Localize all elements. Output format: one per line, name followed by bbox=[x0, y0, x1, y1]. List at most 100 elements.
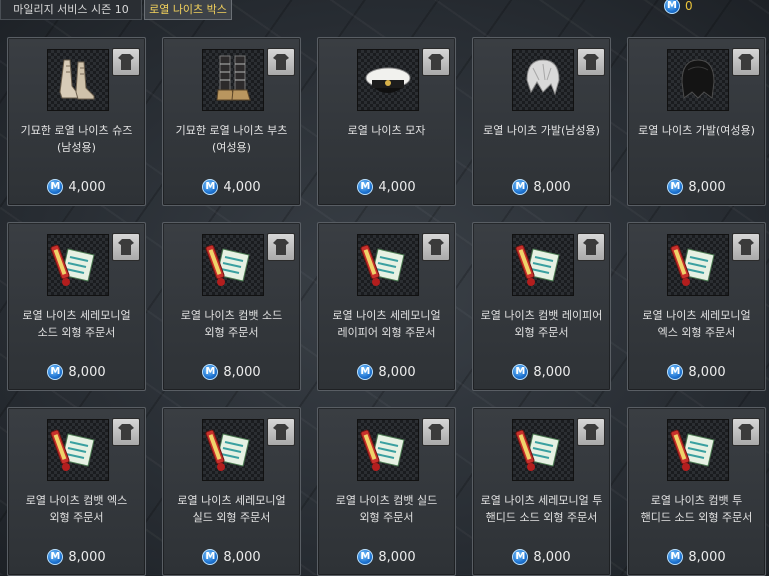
maple-point-icon: M bbox=[357, 179, 374, 195]
boots-icon[interactable] bbox=[202, 49, 264, 111]
item-price: M 8,000 bbox=[473, 178, 610, 196]
item-price-value: 8,000 bbox=[223, 549, 261, 565]
try-on-shirt-icon[interactable] bbox=[422, 48, 450, 76]
item-price-value: 8,000 bbox=[68, 364, 106, 380]
try-on-shirt-icon[interactable] bbox=[267, 418, 295, 446]
maple-point-icon: M bbox=[357, 549, 374, 565]
try-on-shirt-icon[interactable] bbox=[732, 418, 760, 446]
wig-silver-icon[interactable] bbox=[512, 49, 574, 111]
item-name: 로열 나이츠 가발(남성용) bbox=[483, 124, 600, 137]
item-price-value: 8,000 bbox=[533, 179, 571, 195]
try-on-shirt-icon[interactable] bbox=[422, 418, 450, 446]
try-on-shirt-icon[interactable] bbox=[422, 233, 450, 261]
item-price-value: 4,000 bbox=[378, 179, 416, 195]
maple-points: M 0 bbox=[664, 0, 693, 14]
item-name: 로열 나이츠 컴뱃 소드 외형 주문서 bbox=[180, 309, 283, 339]
try-on-shirt-icon[interactable] bbox=[267, 233, 295, 261]
scroll-icon[interactable] bbox=[357, 234, 419, 296]
maple-points-value: 0 bbox=[685, 0, 693, 13]
item-name: 기묘한 로열 나이츠 슈즈(남성용) bbox=[20, 124, 133, 154]
item-name: 로열 나이츠 세레모니얼 레이피어 외형 주문서 bbox=[332, 309, 441, 339]
maple-point-icon: M bbox=[667, 549, 684, 565]
item-price: M 8,000 bbox=[318, 548, 455, 566]
item-card[interactable]: 로열 나이츠 컴뱃 투 핸디드 소드 외형 주문서 M 8,000 bbox=[627, 407, 766, 576]
top-bar: 마일리지 서비스 시즌 10 로열 나이츠 박스 M 0 bbox=[0, 0, 769, 22]
item-price: M 8,000 bbox=[628, 363, 765, 381]
item-price-value: 8,000 bbox=[378, 549, 416, 565]
scroll-icon[interactable] bbox=[47, 234, 109, 296]
maple-point-icon: M bbox=[202, 364, 219, 380]
item-price-value: 8,000 bbox=[688, 364, 726, 380]
try-on-shirt-icon[interactable] bbox=[112, 418, 140, 446]
wig-black-icon[interactable] bbox=[667, 49, 729, 111]
item-price-value: 8,000 bbox=[533, 549, 571, 565]
item-card[interactable]: 로열 나이츠 컴뱃 실드 외형 주문서 M 8,000 bbox=[317, 407, 456, 576]
item-price: M 8,000 bbox=[8, 363, 145, 381]
maple-point-icon: M bbox=[202, 179, 219, 195]
maple-point-icon: M bbox=[667, 179, 684, 195]
item-card[interactable]: 로열 나이츠 컴뱃 레이피어 외형 주문서 M 8,000 bbox=[472, 222, 611, 391]
item-name: 로열 나이츠 가발(여성용) bbox=[638, 124, 755, 137]
scroll-icon[interactable] bbox=[202, 234, 264, 296]
cap-icon[interactable] bbox=[357, 49, 419, 111]
item-name: 로열 나이츠 세레모니얼 엑스 외형 주문서 bbox=[642, 309, 751, 339]
item-card[interactable]: 로열 나이츠 세레모니얼 엑스 외형 주문서 M 8,000 bbox=[627, 222, 766, 391]
item-card[interactable]: 로열 나이츠 세레모니얼 레이피어 외형 주문서 M 8,000 bbox=[317, 222, 456, 391]
item-price: M 8,000 bbox=[8, 548, 145, 566]
item-price-value: 8,000 bbox=[688, 549, 726, 565]
maple-point-icon: M bbox=[47, 364, 64, 380]
try-on-shirt-icon[interactable] bbox=[577, 418, 605, 446]
item-price-value: 8,000 bbox=[378, 364, 416, 380]
scroll-icon[interactable] bbox=[667, 419, 729, 481]
try-on-shirt-icon[interactable] bbox=[267, 48, 295, 76]
item-price: M 8,000 bbox=[163, 363, 300, 381]
item-card[interactable]: 로열 나이츠 모자 M 4,000 bbox=[317, 37, 456, 206]
try-on-shirt-icon[interactable] bbox=[577, 48, 605, 76]
scroll-icon[interactable] bbox=[512, 419, 574, 481]
maple-point-icon: M bbox=[512, 549, 529, 565]
maple-point-icon: M bbox=[667, 364, 684, 380]
item-card[interactable]: 기묘한 로열 나이츠 슈즈(남성용) M 4,000 bbox=[7, 37, 146, 206]
try-on-shirt-icon[interactable] bbox=[112, 48, 140, 76]
item-price-value: 8,000 bbox=[533, 364, 571, 380]
try-on-shirt-icon[interactable] bbox=[112, 233, 140, 261]
item-card[interactable]: 로열 나이츠 세레모니얼 실드 외형 주문서 M 8,000 bbox=[162, 407, 301, 576]
scroll-icon[interactable] bbox=[667, 234, 729, 296]
item-price: M 4,000 bbox=[318, 178, 455, 196]
maple-point-icon: M bbox=[512, 179, 529, 195]
maple-point-icon: M bbox=[202, 549, 219, 565]
scroll-icon[interactable] bbox=[357, 419, 419, 481]
scroll-icon[interactable] bbox=[202, 419, 264, 481]
maple-point-icon: M bbox=[357, 364, 374, 380]
item-price: M 8,000 bbox=[628, 178, 765, 196]
item-price-value: 8,000 bbox=[688, 179, 726, 195]
try-on-shirt-icon[interactable] bbox=[732, 233, 760, 261]
item-price-value: 8,000 bbox=[223, 364, 261, 380]
tab-mileage-service[interactable]: 마일리지 서비스 시즌 10 bbox=[0, 0, 142, 20]
try-on-shirt-icon[interactable] bbox=[577, 233, 605, 261]
item-card[interactable]: 로열 나이츠 가발(남성용) M 8,000 bbox=[472, 37, 611, 206]
item-card[interactable]: 로열 나이츠 세레모니얼 투 핸디드 소드 외형 주문서 M 8,000 bbox=[472, 407, 611, 576]
maple-point-icon: M bbox=[47, 549, 64, 565]
item-price: M 8,000 bbox=[473, 363, 610, 381]
shoes-icon[interactable] bbox=[47, 49, 109, 111]
item-card[interactable]: 로열 나이츠 가발(여성용) M 8,000 bbox=[627, 37, 766, 206]
item-name: 로열 나이츠 세레모니얼 투 핸디드 소드 외형 주문서 bbox=[480, 494, 603, 524]
item-price-value: 8,000 bbox=[68, 549, 106, 565]
maple-point-icon: M bbox=[512, 364, 529, 380]
item-name: 로열 나이츠 모자 bbox=[347, 124, 426, 137]
item-card[interactable]: 로열 나이츠 컴뱃 엑스 외형 주문서 M 8,000 bbox=[7, 407, 146, 576]
tab-royal-knights-box[interactable]: 로열 나이츠 박스 bbox=[144, 0, 232, 20]
item-price: M 8,000 bbox=[318, 363, 455, 381]
item-card[interactable]: 기묘한 로열 나이츠 부츠(여성용) M 4,000 bbox=[162, 37, 301, 206]
try-on-shirt-icon[interactable] bbox=[732, 48, 760, 76]
item-card[interactable]: 로열 나이츠 세레모니얼 소드 외형 주문서 M 8,000 bbox=[7, 222, 146, 391]
item-card[interactable]: 로열 나이츠 컴뱃 소드 외형 주문서 M 8,000 bbox=[162, 222, 301, 391]
item-price-value: 4,000 bbox=[68, 179, 106, 195]
scroll-icon[interactable] bbox=[512, 234, 574, 296]
item-name: 로열 나이츠 세레모니얼 실드 외형 주문서 bbox=[177, 494, 286, 524]
item-name: 로열 나이츠 세레모니얼 소드 외형 주문서 bbox=[22, 309, 131, 339]
item-price: M 8,000 bbox=[163, 548, 300, 566]
scroll-icon[interactable] bbox=[47, 419, 109, 481]
maple-point-icon: M bbox=[47, 179, 64, 195]
